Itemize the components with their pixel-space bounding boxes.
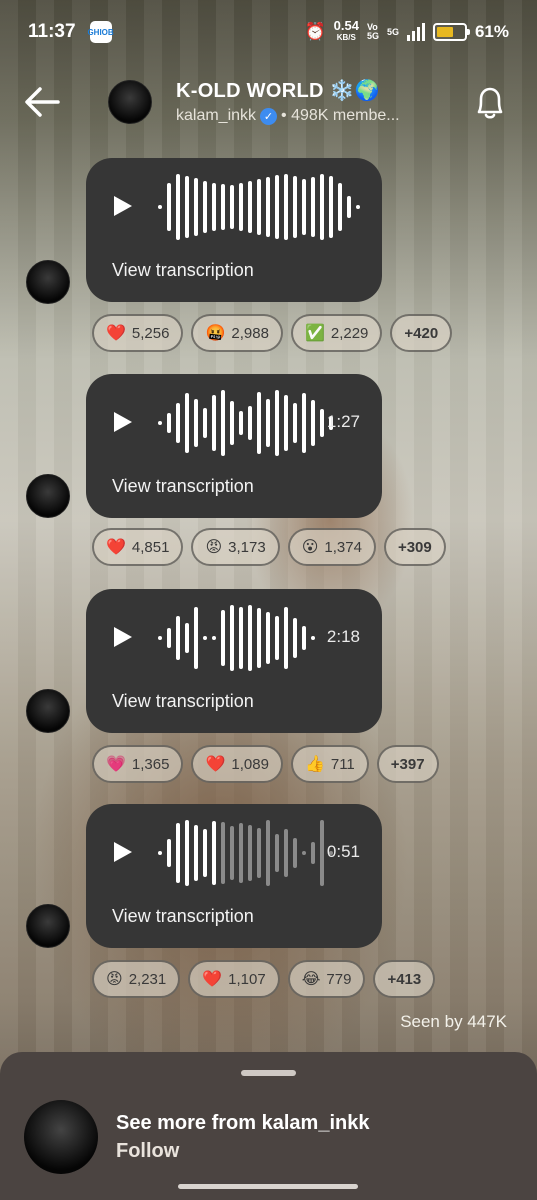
reaction-chip[interactable]: 💗 1,365 (92, 745, 184, 783)
voice-bubble[interactable]: View transcription (86, 158, 382, 302)
drag-handle[interactable] (241, 1070, 296, 1076)
more-reactions-chip[interactable]: +413 (373, 960, 436, 998)
bell-icon[interactable] (473, 84, 507, 122)
reaction-chip[interactable]: 😮 1,374 (287, 528, 376, 566)
heart-icon: ❤️ (205, 756, 226, 773)
back-arrow-icon[interactable] (22, 84, 62, 120)
more-reactions-chip[interactable]: +397 (376, 745, 439, 783)
volte-indicator: Vo 5G (366, 22, 379, 41)
view-transcription-link[interactable]: View transcription (112, 691, 254, 712)
member-count: • 498K membe... (281, 107, 400, 124)
reaction-chip[interactable]: ✅ 2,229 (290, 314, 383, 352)
reaction-chip[interactable]: ❤️ 1,089 (191, 745, 283, 783)
channel-header: K-OLD WORLD ❄️🌍 kalam_inkk ✓ • 498K memb… (0, 70, 537, 136)
channel-info[interactable]: K-OLD WORLD ❄️🌍 kalam_inkk ✓ • 498K memb… (176, 78, 400, 125)
follow-bottom-sheet: See more from kalam_inkk Follow (0, 1052, 537, 1200)
view-transcription-link[interactable]: View transcription (112, 476, 254, 497)
creator-avatar[interactable] (24, 1100, 98, 1174)
reaction-chip[interactable]: 😡 2,231 (92, 960, 181, 998)
network-speed: 0.54 KB/S (333, 18, 359, 42)
more-reactions-chip[interactable]: +420 (390, 314, 453, 352)
heart-icon: ❤️ (106, 325, 126, 342)
duration-label: 2:18 (326, 627, 360, 646)
reaction-chip[interactable]: ❤️ 1,107 (188, 960, 280, 998)
waveform[interactable] (158, 388, 333, 458)
cursing-face-icon: 🤬 (205, 325, 226, 342)
check-mark-icon: ✅ (304, 325, 325, 342)
system-home-indicator[interactable] (178, 1184, 358, 1189)
reaction-bar: ❤️ 4,851 😡 3,173 😮 1,374 +309 (92, 528, 446, 566)
duration-label: 0:51 (326, 842, 360, 861)
reaction-chip[interactable]: 😡 3,173 (191, 528, 280, 566)
clock: 11:37 (28, 21, 76, 42)
waveform[interactable] (158, 818, 333, 888)
voice-bubble[interactable]: 0:51 View transcription (86, 804, 382, 948)
battery-percent: 61% (474, 22, 509, 41)
reaction-chip[interactable]: ❤️ 4,851 (92, 528, 184, 566)
voice-bubble[interactable]: 1:27 View transcription (86, 374, 382, 518)
angry-face-icon: 😡 (106, 971, 123, 988)
angry-face-icon: 😡 (205, 539, 223, 556)
verified-badge-icon: ✓ (260, 107, 278, 125)
alarm-icon: ⏰ (304, 22, 326, 41)
duration-label: 1:27 (326, 412, 360, 431)
play-icon[interactable] (112, 840, 134, 864)
heart-icon: ❤️ (202, 971, 223, 988)
5g-indicator: 5G (386, 26, 399, 37)
reaction-bar: 😡 2,231 ❤️ 1,107 😂 779 +413 (92, 960, 436, 998)
reaction-chip[interactable]: 😂 779 (287, 960, 366, 998)
channel-avatar[interactable] (108, 80, 152, 124)
pink-heart-icon: 💗 (106, 756, 126, 773)
reaction-bar: 💗 1,365 ❤️ 1,089 👍 711 +397 (92, 745, 439, 783)
view-transcription-link[interactable]: View transcription (112, 906, 254, 927)
reaction-bar: ❤️ 5,256 🤬 2,988 ✅ 2,229 +420 (92, 314, 453, 352)
battery-icon (432, 23, 470, 41)
heart-icon: ❤️ (106, 539, 126, 556)
signal-strength-icon (406, 23, 425, 41)
sender-avatar[interactable] (26, 260, 70, 304)
surprised-face-icon: 😮 (301, 539, 319, 556)
channel-subtitle: kalam_inkk ✓ • 498K membe... (176, 107, 400, 125)
see-more-title: See more from kalam_inkk (116, 1112, 370, 1134)
reaction-chip[interactable]: 🤬 2,988 (191, 314, 283, 352)
seen-by-count: Seen by 447K (400, 1012, 507, 1031)
voice-bubble[interactable]: 2:18 View transcription (86, 589, 382, 733)
channel-name: K-OLD WORLD ❄️🌍 (176, 80, 380, 102)
play-icon[interactable] (112, 410, 134, 434)
sender-avatar[interactable] (26, 904, 70, 948)
more-reactions-chip[interactable]: +309 (383, 528, 446, 566)
owner-name: kalam_inkk (176, 107, 257, 124)
play-icon[interactable] (112, 625, 134, 649)
waveform[interactable] (158, 172, 360, 242)
laughing-face-icon: 😂 (301, 971, 321, 988)
status-indicators: ⏰ 0.54 KB/S Vo 5G 5G 61% (304, 18, 509, 44)
reaction-chip[interactable]: ❤️ 5,256 (92, 314, 184, 352)
play-icon[interactable] (112, 194, 134, 218)
reaction-chip[interactable]: 👍 711 (290, 745, 369, 783)
thumbs-up-icon: 👍 (304, 756, 325, 773)
status-bar: 11:37 GHIOB ⏰ 0.54 KB/S Vo 5G 5G 61% (0, 0, 537, 64)
sender-avatar[interactable] (26, 474, 70, 518)
view-transcription-link[interactable]: View transcription (112, 260, 254, 281)
app-notification-icon: GHIOB (87, 21, 114, 43)
waveform[interactable] (158, 603, 315, 673)
follow-button[interactable]: Follow (116, 1140, 179, 1163)
sender-avatar[interactable] (26, 689, 70, 733)
